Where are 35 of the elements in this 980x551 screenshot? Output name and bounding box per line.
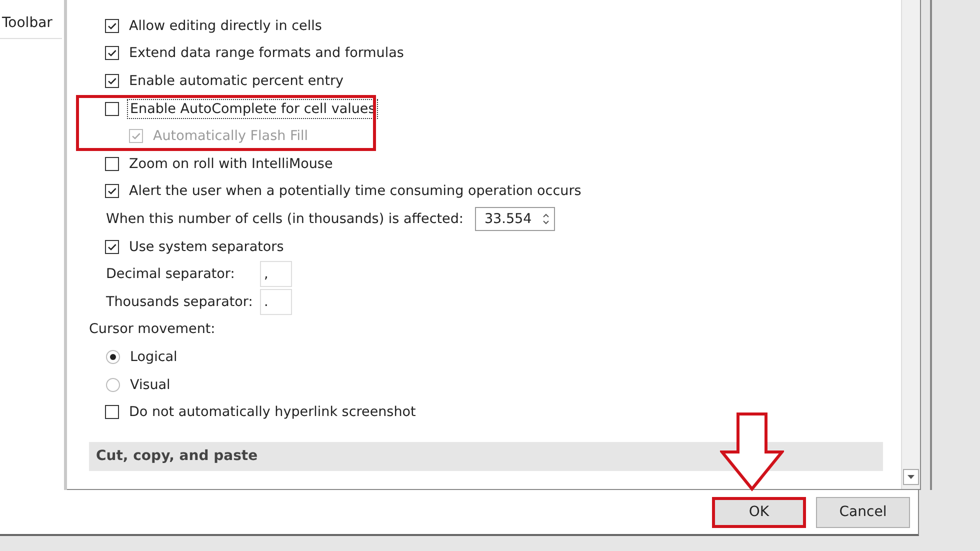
dialog-button[interactable]: Cancel [816, 496, 910, 528]
input-field[interactable]: . [260, 288, 292, 315]
number-spinner[interactable]: 33.554 [475, 206, 556, 231]
scroll-down-icon[interactable] [903, 469, 919, 485]
checkbox[interactable] [105, 18, 119, 33]
field-label: Thousands separator: [106, 294, 254, 310]
option-label: Visual [130, 376, 170, 393]
dialog-button[interactable]: OK [712, 496, 806, 528]
option-label: Automatically Flash Fill [153, 128, 308, 144]
sidebar-item[interactable]: Toolbar [0, 0, 62, 39]
field-label: Decimal separator: [106, 266, 236, 282]
checkbox[interactable] [105, 184, 119, 198]
checkbox[interactable] [105, 102, 119, 116]
radio-button[interactable] [106, 378, 120, 392]
section-header: Cut, copy, and paste [89, 442, 883, 471]
option-label: Allow editing directly in cells [129, 18, 322, 34]
field-label: When this number of cells (in thousands) is affected: [106, 210, 464, 227]
option-label: Alert the user when a potentially time consuming operation occurs [129, 183, 582, 200]
option-label: Logical [130, 348, 178, 365]
radio-button[interactable] [106, 350, 120, 364]
checkbox[interactable] [105, 74, 119, 88]
scrollbar[interactable] [901, 0, 920, 489]
group-label: Cursor movement: [89, 321, 216, 338]
option-label: Extend data range formats and formulas [129, 45, 404, 62]
input-field[interactable]: , [260, 261, 292, 288]
option-label: Zoom on roll with IntelliMouse [129, 156, 333, 172]
checkbox[interactable] [105, 405, 119, 420]
option-label: Use system separators [129, 238, 284, 255]
checkbox[interactable] [105, 46, 119, 60]
option-label: Do not automatically hyperlink screenshot [129, 404, 416, 420]
checkbox[interactable] [105, 156, 119, 171]
checkbox[interactable] [105, 240, 119, 254]
up-down-icon[interactable] [542, 212, 550, 226]
option-label: Enable AutoComplete for cell values [129, 100, 376, 117]
option-label: Enable automatic percent entry [129, 72, 344, 89]
